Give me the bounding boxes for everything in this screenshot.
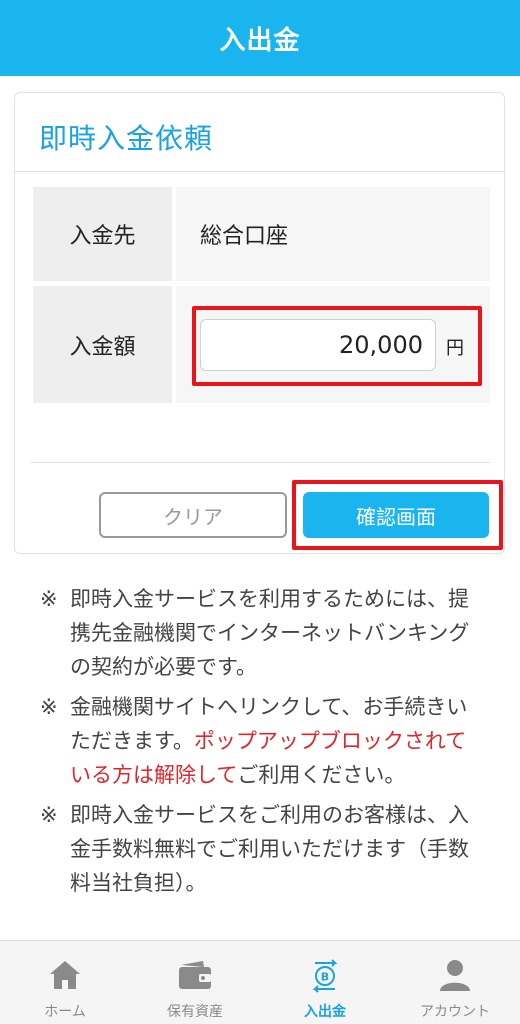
home-icon: [45, 955, 85, 995]
clear-button[interactable]: クリア: [99, 492, 287, 538]
note-text-after: ご利用ください。: [237, 763, 406, 787]
svg-text:B: B: [321, 971, 329, 984]
tab-label: ホーム: [44, 1004, 86, 1020]
tab-deposit-withdraw[interactable]: B 入出金: [260, 941, 390, 1024]
bottom-tab-bar: ホーム 保有資産 B 入出金 アカウント: [0, 940, 520, 1024]
amount-highlight-box: [192, 306, 482, 386]
note-item: ※ 即時入金サービスをご利用のお客様は、入金手数料無料でご利用いただけます（手数…: [40, 798, 480, 900]
wallet-icon: [175, 955, 215, 995]
note-text: 即時入金サービスを利用するためには、提携先金融機関でインターネットバンキングの契…: [70, 587, 470, 679]
confirm-highlight-box: [292, 480, 503, 550]
note-text: 金融機関サイトへリンクして、お手続きいただきます。ポップアップブロックされている…: [70, 690, 480, 792]
card-title: 即時入金依頼: [39, 122, 214, 155]
bitcoin-transfer-icon: B: [305, 955, 345, 995]
note-item: ※ 即時入金サービスを利用するためには、提携先金融機関でインターネットバンキング…: [40, 582, 480, 684]
header-title: 入出金: [219, 25, 301, 56]
row-label-amount: 入金額: [33, 286, 172, 403]
tab-holdings[interactable]: 保有資産: [130, 941, 260, 1024]
card-footer-divider: [31, 462, 490, 463]
account-icon: [435, 955, 475, 995]
tab-account[interactable]: アカウント: [390, 941, 520, 1024]
note-text: 即時入金サービスをご利用のお客様は、入金手数料無料でご利用いただけます（手数料当…: [70, 803, 469, 895]
tab-label: アカウント: [420, 1004, 490, 1020]
note-mark: ※: [40, 587, 58, 611]
app-header: 入出金: [0, 0, 520, 76]
tab-label: 入出金: [304, 1004, 346, 1020]
tab-home[interactable]: ホーム: [0, 941, 130, 1024]
note-item: ※ 金融機関サイトへリンクして、お手続きいただきます。ポップアップブロックされて…: [40, 690, 480, 792]
row-label-destination: 入金先: [33, 187, 172, 281]
note-mark: ※: [40, 695, 58, 719]
tab-label: 保有資産: [167, 1004, 223, 1020]
card-title-divider: [15, 171, 504, 172]
row-value-destination: 総合口座: [176, 187, 490, 281]
note-mark: ※: [40, 803, 58, 827]
notes-list: ※ 即時入金サービスを利用するためには、提携先金融機関でインターネットバンキング…: [40, 582, 480, 906]
